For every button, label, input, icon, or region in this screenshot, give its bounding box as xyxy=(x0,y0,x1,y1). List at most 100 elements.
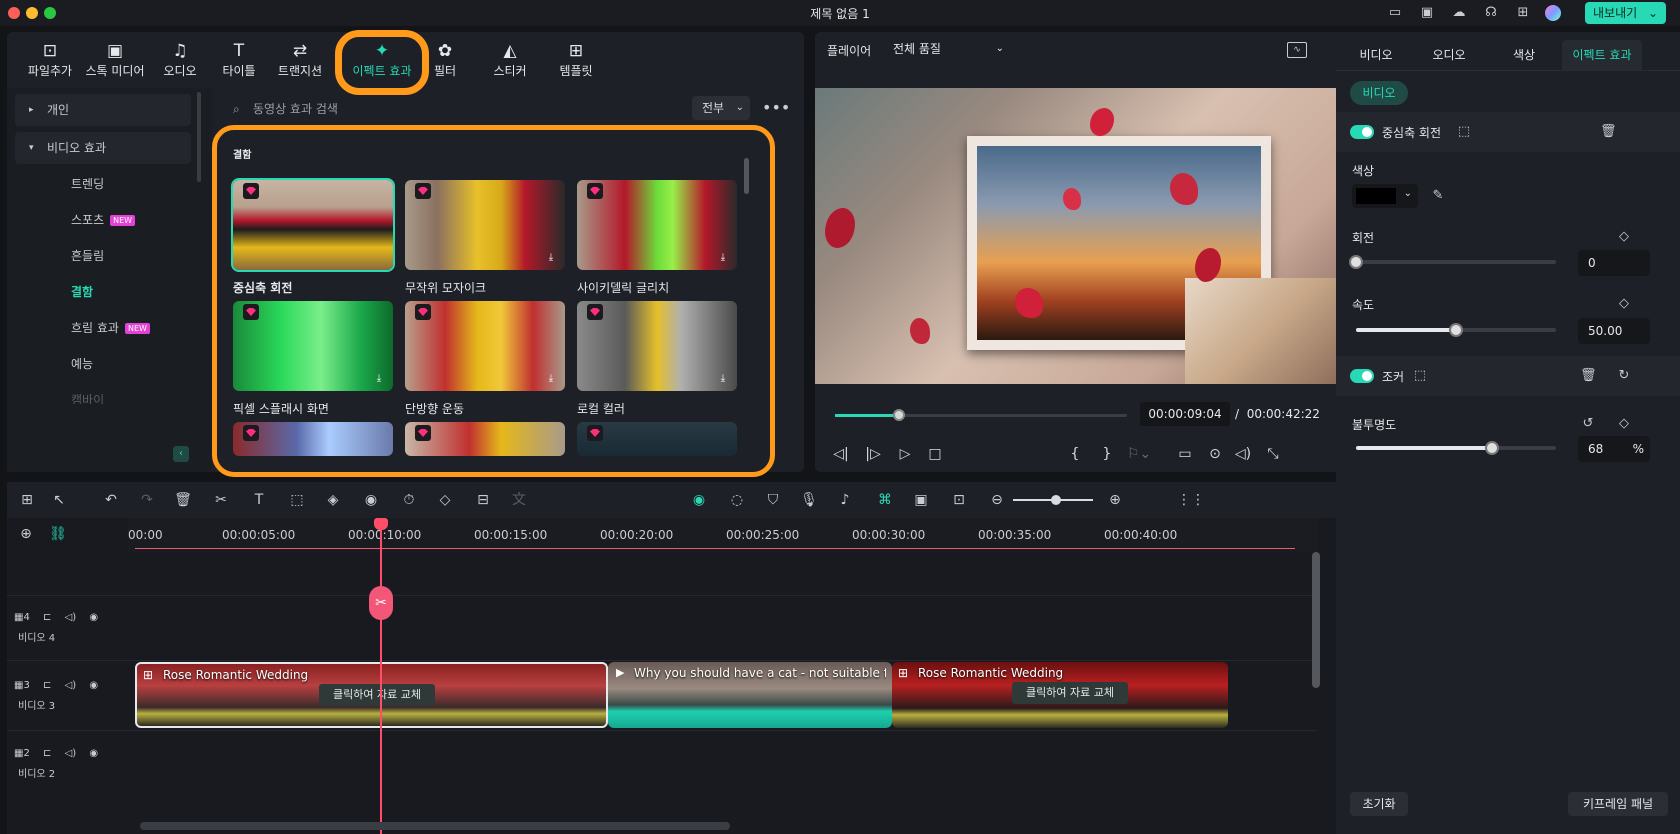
volume-icon[interactable]: ◁) xyxy=(65,680,77,691)
subtitle-icon[interactable]: ⊟ xyxy=(473,490,493,510)
delete-icon[interactable]: 🗑 xyxy=(1600,124,1617,140)
render-icon[interactable]: ◌ xyxy=(727,490,747,510)
fit-timeline-icon[interactable]: ⊡ xyxy=(949,490,969,510)
playhead-line[interactable] xyxy=(380,520,382,834)
eyedropper-icon[interactable]: ✎ xyxy=(1430,188,1446,204)
reset-icon[interactable]: ↻ xyxy=(1616,368,1632,384)
next-frame-icon[interactable]: |▷ xyxy=(863,444,883,464)
opacity-input[interactable]: 68% xyxy=(1578,436,1650,462)
tab-transition[interactable]: ⇄ 트랜지션 xyxy=(268,40,332,84)
keyframe-panel-button[interactable]: 키프레임 패널 xyxy=(1568,792,1668,816)
reset-icon[interactable]: ↺ xyxy=(1580,416,1596,432)
tab-effects[interactable]: 이펙트 효과 xyxy=(1562,40,1642,70)
video-chip[interactable]: 비디오 xyxy=(1350,81,1408,105)
text-icon[interactable]: T xyxy=(249,490,269,510)
sidebar-item-personal[interactable]: ▸ 개인 xyxy=(15,94,191,126)
marker-icon[interactable]: ⚐⌄ xyxy=(1127,444,1151,464)
volume-icon[interactable]: ◁) xyxy=(65,748,77,759)
snapshot-chart-icon[interactable]: ∿ xyxy=(1287,42,1307,58)
stop-icon[interactable]: □ xyxy=(925,444,945,464)
sidebar-item-cambai[interactable]: 캠바이 xyxy=(15,384,191,404)
speed-slider[interactable] xyxy=(1356,323,1556,337)
folder-icon[interactable]: ⊏ xyxy=(43,612,51,623)
save-icon[interactable]: ▣ xyxy=(1418,4,1436,22)
color-palette-icon[interactable]: ◉ xyxy=(361,490,381,510)
select-arrow-icon[interactable]: ↖ xyxy=(49,490,69,510)
slider-knob[interactable] xyxy=(1349,255,1363,269)
shield-icon[interactable]: ⛉ xyxy=(763,490,783,510)
filter-dropdown[interactable]: 전부 ⌄ xyxy=(692,96,750,120)
zoom-knob[interactable] xyxy=(1051,495,1061,505)
tab-title[interactable]: T 타이틀 xyxy=(207,40,271,84)
opacity-slider[interactable] xyxy=(1356,441,1556,455)
playback-progress-bar[interactable] xyxy=(835,409,1127,421)
tab-color[interactable]: 색상 xyxy=(1494,40,1554,70)
progress-knob[interactable] xyxy=(893,409,906,421)
zoom-slider[interactable] xyxy=(1013,495,1093,505)
replace-material-button[interactable]: 클릭하여 자료 교체 xyxy=(1012,682,1128,704)
tab-sticker[interactable]: ◭ 스티커 xyxy=(478,40,542,84)
timeline-vertical-scrollbar[interactable] xyxy=(1312,552,1320,688)
export-button[interactable]: 내보내기 ⌄ xyxy=(1585,2,1666,24)
avatar[interactable] xyxy=(1545,5,1561,21)
fullscreen-icon[interactable]: ⤡ xyxy=(1263,444,1283,464)
effect-toggle[interactable] xyxy=(1350,125,1374,139)
headset-icon[interactable]: ☊ xyxy=(1482,4,1500,22)
link-icon[interactable]: ⛓ xyxy=(48,524,68,544)
video-preview[interactable] xyxy=(815,88,1346,384)
sidebar-item-shake[interactable]: 흔들림 xyxy=(15,240,191,272)
sidebar-item-entertainment[interactable]: 예능 xyxy=(15,348,191,380)
collapse-sidebar-button[interactable]: ‹ xyxy=(173,446,189,462)
sidebar-item-trending[interactable]: 트렌딩 xyxy=(15,168,191,200)
effect-mask-icon[interactable]: ⬚ xyxy=(1456,124,1472,140)
playhead-handle[interactable] xyxy=(374,518,388,530)
keyframe-diamond-icon[interactable]: ◇ xyxy=(1616,416,1632,432)
tab-file-add[interactable]: ⊡ 파일추가 xyxy=(18,40,82,84)
eye-icon[interactable]: ◉ xyxy=(89,612,98,623)
effect-toggle[interactable] xyxy=(1350,369,1374,383)
rotate-slider[interactable] xyxy=(1349,255,1556,269)
previous-frame-icon[interactable]: ◁| xyxy=(831,444,851,464)
mask-icon[interactable]: ◈ xyxy=(323,490,343,510)
tab-audio[interactable]: 오디오 xyxy=(1414,40,1484,70)
cloud-upload-icon[interactable]: ☁ xyxy=(1450,4,1468,22)
effect-mask-icon[interactable]: ⬚ xyxy=(1412,368,1428,384)
tab-stock-media[interactable]: ▣ 스톡 미디어 xyxy=(80,40,150,84)
zoom-in-icon[interactable]: ⊕ xyxy=(1105,490,1125,510)
delete-icon[interactable]: 🗑 xyxy=(173,490,193,510)
add-track-icon[interactable]: ⊕ xyxy=(16,524,36,544)
speed-timer-icon[interactable]: ⏱ xyxy=(399,490,419,510)
translate-icon[interactable]: 文 xyxy=(509,490,529,510)
snap-magnet-icon[interactable]: ⌘ xyxy=(875,490,895,510)
crop-icon[interactable]: ⬚ xyxy=(287,490,307,510)
timeline-clip[interactable]: ▶ Why you should have a cat - not suitab… xyxy=(608,662,892,728)
display-icon[interactable]: ▭ xyxy=(1175,444,1195,464)
timeline-clip[interactable]: ⊞ Rose Romantic Wedding 클릭하여 자료 교체 xyxy=(892,662,1228,728)
mark-out-icon[interactable]: } xyxy=(1097,444,1117,464)
tab-template[interactable]: ⊞ 템플릿 xyxy=(544,40,608,84)
layout-icon[interactable]: ▭ xyxy=(1386,4,1404,22)
mark-in-icon[interactable]: { xyxy=(1065,444,1085,464)
play-icon[interactable]: ▷ xyxy=(895,444,915,464)
scissors-icon[interactable]: ✂ xyxy=(211,490,231,510)
speed-input[interactable]: 50.00 xyxy=(1578,318,1650,344)
slider-knob[interactable] xyxy=(1449,323,1463,337)
undo-icon[interactable]: ↶ xyxy=(101,490,121,510)
sidebar-item-glitch[interactable]: 결함 xyxy=(15,276,191,308)
sidebar-item-blur[interactable]: 흐림 효과 NEW xyxy=(15,312,191,344)
folder-icon[interactable]: ⊏ xyxy=(43,680,51,691)
rotate-input[interactable]: 0 xyxy=(1578,250,1650,276)
keyframe-diamond-icon[interactable]: ◇ xyxy=(1616,229,1632,245)
sidebar-item-video-effects[interactable]: ▾ 비디오 효과 xyxy=(15,132,191,164)
reset-button[interactable]: 초기화 xyxy=(1350,792,1408,816)
sidebar-item-sports[interactable]: 스포츠 NEW xyxy=(15,204,191,236)
camera-snapshot-icon[interactable]: ⊙ xyxy=(1205,444,1225,464)
audio-music-icon[interactable]: ♪ xyxy=(835,490,855,510)
timeline-ruler[interactable]: 00:00 00:00:05:00 00:00:10:00 00:00:15:0… xyxy=(128,518,1318,552)
eye-icon[interactable]: ◉ xyxy=(89,748,98,759)
volume-icon[interactable]: ◁) xyxy=(65,612,77,623)
timeline-horizontal-scrollbar[interactable] xyxy=(140,822,730,830)
search-input[interactable]: ⌕ 동영상 효과 검색 xyxy=(229,96,649,122)
timeline-clip[interactable]: ⊞ Rose Romantic Wedding 클릭하여 자료 교체 xyxy=(135,662,608,728)
keyframe-diamond-icon[interactable]: ◇ xyxy=(1616,296,1632,312)
